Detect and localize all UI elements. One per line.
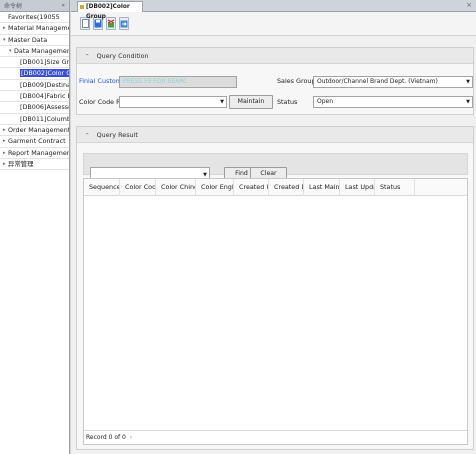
expanded-arrow-icon[interactable]: ▾	[9, 46, 12, 56]
main-area: [DB002]Color Group × ⌃ Query Condition F…	[71, 0, 476, 454]
column-header[interactable]: Last Update ...	[340, 179, 375, 196]
tree-item-label: [DB001]Size Group	[20, 58, 69, 67]
tree-item-label: Data Management By ...	[14, 46, 69, 55]
maintain-button[interactable]: Maintain	[229, 95, 273, 109]
column-header[interactable]: Sequence	[84, 179, 120, 196]
record-count: Record 0 of 0	[86, 434, 126, 441]
column-header[interactable]: Color Code	[120, 179, 156, 196]
tree-item-label: [DB002]Color Group	[20, 69, 69, 78]
sales-group-label: Sales Group	[277, 77, 316, 85]
grid-header-row: SequenceColor CodeColor Chinese ...Color…	[84, 179, 467, 196]
query-result-section: ⌃ Query Result ▼ Find Clear Sequence Colo…	[76, 126, 474, 450]
final-customer-hint: PRESS F9 FOR SEARC	[123, 78, 188, 85]
expanded-arrow-icon[interactable]: ▾	[3, 35, 6, 45]
tree-item[interactable]: ▸ Garment Contract	[0, 136, 69, 148]
query-condition-title: Query Condition	[96, 52, 149, 60]
collapsed-arrow-icon[interactable]: ▸	[3, 159, 6, 169]
tree-item[interactable]: ▸ Report Management	[0, 148, 69, 159]
chevron-down-icon: ▼	[466, 79, 470, 85]
command-tree: Favorites(19055▸Material Management▾Mast…	[0, 12, 69, 171]
column-header[interactable]: Color Chinese ...	[156, 179, 196, 196]
query-result-title: Query Result	[96, 131, 138, 139]
tab-color-group[interactable]: [DB002]Color Group	[77, 1, 143, 20]
tree-item-label: [DB004]Fabric Esse...	[20, 92, 69, 101]
sales-group-value: Outdoor/Channel Brand Dept. (Vietnam)	[317, 78, 438, 85]
collapsed-arrow-icon[interactable]: ▸	[3, 148, 6, 158]
tree-item[interactable]: ▾Data Management By ...	[0, 46, 69, 58]
status-select[interactable]: Open ▼	[313, 96, 473, 108]
column-header[interactable]: Status	[375, 179, 415, 196]
tree-item[interactable]: [DB004]Fabric Esse...	[0, 91, 69, 103]
color-code-rule-select[interactable]: ▼	[119, 96, 227, 108]
collapsed-arrow-icon[interactable]: ▸	[3, 23, 6, 33]
collapse-chevron-icon[interactable]: ⌃	[85, 54, 90, 60]
close-tab-icon[interactable]: ×	[466, 1, 472, 9]
tree-item[interactable]: [DB006]Assessories...	[0, 102, 69, 114]
result-grid: SequenceColor CodeColor Chinese ...Color…	[83, 178, 468, 445]
collapsed-arrow-icon[interactable]: ▸	[3, 125, 6, 135]
tree-item-label: Order Management	[8, 125, 69, 134]
tree-item-label: Material Management	[8, 24, 69, 33]
tree-item-label: [DB009]Destination	[20, 80, 69, 89]
tree-item-label: 异常管理	[8, 159, 34, 168]
tree-item[interactable]: [DB011]Columbia...	[0, 114, 69, 125]
tree-item-label: [DB006]Assessories...	[20, 103, 69, 112]
tree-item[interactable]: [DB009]Destination	[0, 80, 69, 92]
delete-icon[interactable]	[106, 17, 116, 30]
tree-item-label: [DB011]Columbia...	[20, 114, 69, 123]
sales-group-select[interactable]: Outdoor/Channel Brand Dept. (Vietnam) ▼	[313, 76, 473, 88]
tree-item-label: Favorites(19055	[8, 13, 60, 21]
tree-item[interactable]: ▸Material Management	[0, 23, 69, 35]
command-tree-panel: 命令树 « Favorites(19055▸Material Managemen…	[0, 0, 70, 454]
collapse-panel-icon[interactable]: «	[61, 2, 65, 9]
column-header[interactable]: Last Maintain...	[304, 179, 340, 196]
search-bar-area: ▼ Find Clear	[83, 153, 468, 182]
status-value: Open	[317, 98, 334, 105]
tree-item[interactable]: ▾ Master Data	[0, 35, 69, 46]
export-icon[interactable]	[119, 17, 129, 30]
tree-item-label: Report Management	[8, 148, 69, 157]
collapsed-arrow-icon[interactable]: ▸	[3, 136, 6, 146]
tree-item[interactable]: Favorites(19055	[0, 12, 69, 24]
command-tree-header: 命令树 «	[0, 0, 69, 12]
nav-arrow-icon[interactable]: ›	[130, 434, 132, 441]
tree-item[interactable]: ▸ Order Management	[0, 125, 69, 137]
column-header[interactable]: Created Date	[269, 179, 304, 196]
status-label: Status	[277, 98, 298, 106]
toolbar	[71, 12, 476, 36]
command-tree-title: 命令树	[4, 3, 23, 10]
grid-footer: Record 0 of 0 ›	[84, 430, 467, 444]
tree-item-label: Master Data	[8, 35, 48, 44]
form-icon	[80, 5, 84, 9]
tree-item[interactable]: [DB002]Color Group	[0, 68, 69, 80]
tab-strip: [DB002]Color Group ×	[71, 0, 476, 20]
chevron-down-icon: ▼	[220, 99, 224, 105]
query-condition-section: ⌃ Query Condition Finial Customer PRESS …	[76, 47, 474, 115]
collapse-chevron-icon[interactable]: ⌃	[85, 133, 90, 139]
tree-item-label: Garment Contract	[8, 137, 66, 146]
final-customer-field[interactable]: PRESS F9 FOR SEARC	[119, 76, 237, 88]
chevron-down-icon: ▼	[466, 99, 470, 105]
query-result-header[interactable]: ⌃ Query Result	[77, 127, 473, 143]
tree-item[interactable]: [DB001]Size Group	[0, 57, 69, 69]
tree-item[interactable]: ▸ 异常管理	[0, 159, 69, 171]
query-condition-header[interactable]: ⌃ Query Condition	[77, 48, 473, 64]
column-header[interactable]: Color English ...	[196, 179, 234, 196]
column-header[interactable]: Created User	[234, 179, 269, 196]
